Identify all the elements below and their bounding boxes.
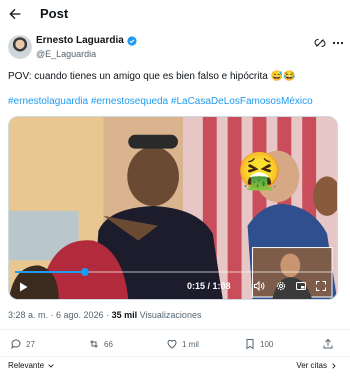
author-name-row: Ernesto Laguardia: [36, 35, 137, 46]
author-block: Ernesto Laguardia @E_Laguardia: [8, 33, 344, 63]
tweet-hashtags[interactable]: #ernestolaguardia #ernestosequeda #LaCas…: [8, 96, 313, 107]
divider: [0, 356, 350, 357]
verified-badge-icon: [127, 35, 137, 46]
sort-label: Relevante: [8, 361, 45, 370]
volume-icon[interactable]: [253, 280, 265, 292]
share-button[interactable]: [322, 338, 334, 350]
repost-icon: [90, 340, 98, 348]
progress-bar[interactable]: [15, 268, 333, 276]
progress-handle[interactable]: [80, 268, 89, 276]
bookmark-count: 100: [260, 339, 274, 349]
views-count: 35 mil: [111, 310, 138, 320]
chevron-down-icon: [48, 363, 54, 368]
play-icon[interactable]: [17, 281, 29, 293]
post-meta: 3:28 a. m. · 6 ago. 2026 · 35 mil Visual…: [8, 310, 201, 320]
video-player[interactable]: 🤮 0:15 / 1:08: [8, 116, 338, 300]
action-bar: 27 66 1 mil 100: [0, 338, 350, 354]
tweet-text: POV: cuando tienes un amigo que es bien …: [8, 71, 296, 82]
views-label: Visualizaciones: [137, 310, 202, 320]
view-quotes-link[interactable]: Ver citas: [296, 361, 338, 370]
grok-icon[interactable]: [314, 37, 326, 49]
picture-in-picture-icon[interactable]: [295, 280, 307, 292]
like-button[interactable]: 1 mil: [166, 338, 199, 350]
progress-fill: [15, 271, 85, 273]
reply-count: 27: [26, 339, 35, 349]
avatar[interactable]: [8, 35, 32, 59]
back-arrow-icon[interactable]: [7, 6, 23, 22]
reply-icon: [11, 339, 21, 350]
post-timestamp[interactable]: 3:28 a. m. · 6 ago. 2026 ·: [8, 310, 112, 320]
bookmark-icon: [246, 339, 254, 350]
chevron-right-icon: [332, 362, 336, 369]
video-time: 0:15 / 1:08: [187, 281, 231, 291]
sort-dropdown[interactable]: Relevante: [8, 361, 55, 370]
share-icon: [323, 338, 333, 349]
bookmark-button[interactable]: 100: [244, 338, 273, 350]
video-controls: 0:15 / 1:08: [9, 268, 337, 299]
more-options-icon[interactable]: [332, 41, 344, 45]
divider: [0, 329, 350, 330]
page-title: Post: [40, 6, 69, 21]
settings-icon[interactable]: [275, 280, 287, 292]
heart-icon: [167, 339, 177, 349]
view-quotes-label: Ver citas: [296, 361, 327, 370]
top-bar: Post: [0, 0, 350, 28]
repost-count: 66: [104, 339, 113, 349]
fullscreen-icon[interactable]: [315, 280, 327, 292]
like-count: 1 mil: [182, 339, 199, 349]
author-name[interactable]: Ernesto Laguardia: [36, 35, 124, 46]
emoji-sticker: 🤮: [237, 150, 282, 191]
author-handle[interactable]: @E_Laguardia: [36, 49, 96, 59]
reply-button[interactable]: 27: [10, 338, 35, 350]
repost-button[interactable]: 66: [88, 338, 113, 350]
